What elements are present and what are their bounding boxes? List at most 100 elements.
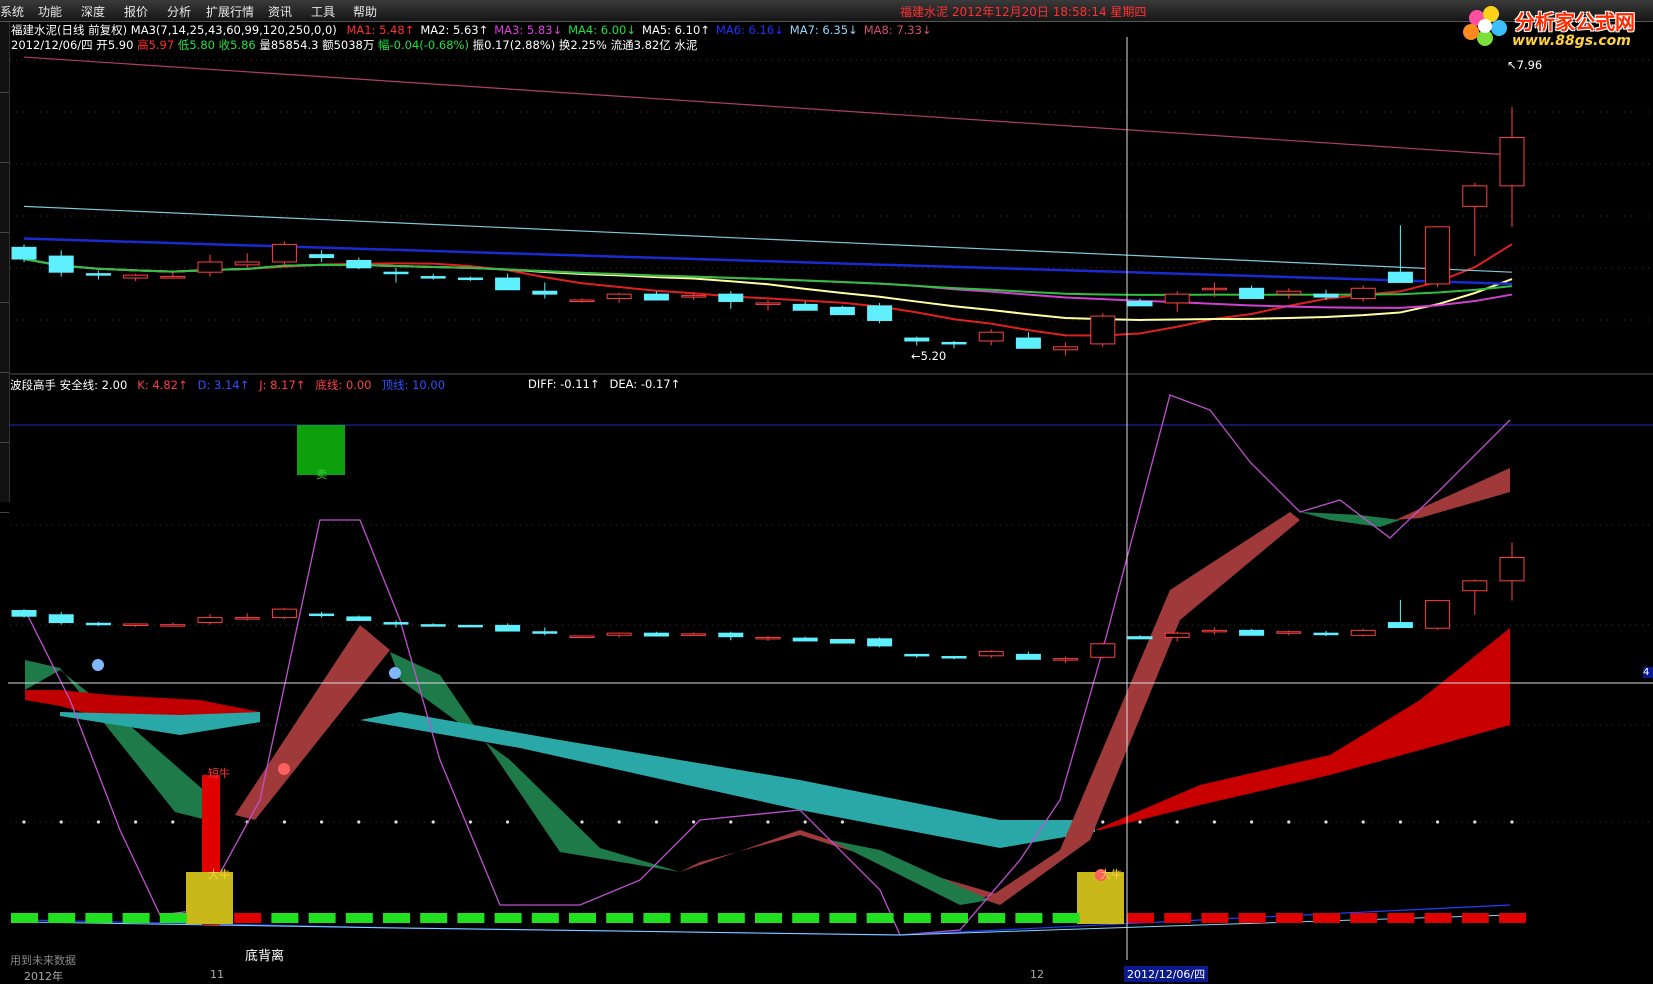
strip-block <box>606 913 634 923</box>
wave-bands <box>24 394 1511 936</box>
ma-value-3: MA3: 5.83↓ <box>494 23 563 37</box>
stock-name: 福建水泥(日线 前复权) <box>11 23 128 37</box>
candle-body <box>495 277 521 291</box>
safety-dot <box>1287 820 1291 824</box>
ma-params: MA3(7,14,25,43,60,99,120,250,0,0) <box>130 23 337 37</box>
candle-body <box>420 624 446 627</box>
sell-signal-label: 卖 <box>316 468 327 481</box>
indicator-header: 波段高手 安全线: 2.00 K: 4.82↑ D: 3.14↑ J: 8.17↑ 底线… <box>10 377 455 393</box>
candle-body <box>346 616 372 621</box>
candle-body <box>904 653 930 657</box>
menu-system[interactable]: 系统 <box>0 3 24 20</box>
indicator-value: DEA: -0.17↑ <box>609 377 681 391</box>
candle-body <box>1127 300 1153 307</box>
strip-block <box>792 913 820 923</box>
divergence-label: 底背离 <box>245 949 285 964</box>
strip-block <box>1015 913 1043 923</box>
candle-body <box>383 271 409 275</box>
menu-analysis[interactable]: 分析 <box>167 3 191 20</box>
candle-body <box>271 608 297 619</box>
menu-depth[interactable]: 深度 <box>81 3 105 20</box>
side-tab[interactable] <box>0 22 9 93</box>
candle-body <box>123 274 149 279</box>
bar-info-item: 低 <box>177 38 190 52</box>
cursor-value-tag: 4 <box>1643 667 1653 678</box>
candle-body <box>755 302 781 305</box>
side-tab[interactable] <box>0 442 9 513</box>
flower-logo-icon <box>1463 6 1507 46</box>
side-tab[interactable] <box>0 372 9 443</box>
indicator-value: DIFF: -0.11↑ <box>528 377 600 391</box>
bar-info-item: 5.97 <box>148 38 178 52</box>
candle-body <box>309 254 335 259</box>
menu-quote[interactable]: 报价 <box>124 3 148 20</box>
bar-info-item: 0.17(2.88%) <box>484 38 559 52</box>
strip-block <box>1201 913 1229 923</box>
blue-ball <box>92 659 104 671</box>
candle-body <box>1164 293 1190 304</box>
side-tab[interactable] <box>0 92 9 163</box>
candle-body <box>941 656 967 659</box>
green-band <box>1300 512 1400 527</box>
ma-value-5: MA5: 6.10↑ <box>642 23 710 37</box>
bull-signal-label: 大牛 <box>1100 868 1122 881</box>
side-tab[interactable] <box>0 162 9 233</box>
bar-info: 2012/12/06/四 开5.90 高5.97 低5.80 收5.86 量85… <box>11 37 697 53</box>
candle-body <box>1499 556 1525 582</box>
side-tab[interactable] <box>0 232 9 303</box>
safety-dot <box>282 820 286 824</box>
bull-signal-label: 大牛 <box>208 868 230 881</box>
menu-function[interactable]: 功能 <box>38 3 62 20</box>
bar-info-item: 5.86 <box>230 38 260 52</box>
candle-body <box>1201 629 1227 633</box>
candle-body <box>1387 271 1413 283</box>
candle-body <box>234 261 260 266</box>
buy-signal-label: 短牛 <box>208 767 230 780</box>
candle-body <box>1499 137 1525 187</box>
safety-dot <box>617 820 621 824</box>
side-tab[interactable] <box>0 302 9 373</box>
candle-body <box>1239 629 1265 636</box>
strip-block <box>234 913 262 923</box>
candle-body <box>346 259 372 269</box>
safety-dot <box>803 820 807 824</box>
candlesticks-indicator <box>11 542 1525 663</box>
strip-block <box>122 913 150 923</box>
strip-block <box>308 913 336 923</box>
safety-dot <box>1436 820 1440 824</box>
indicator-value: 顶线: 10.00 <box>381 378 446 392</box>
strip-block <box>1052 913 1080 923</box>
candle-body <box>606 293 632 300</box>
candle-body <box>1276 290 1302 295</box>
bar-info-item: 3.82亿 <box>633 38 675 52</box>
candle-body <box>234 617 260 620</box>
bar-info-item: 5.80 <box>189 38 219 52</box>
strip-block <box>1164 913 1192 923</box>
ma-values: MA1: 5.48↑ MA2: 5.63↑ MA3: 5.83↓ MA4: 6.00↓… <box>340 23 931 37</box>
strip-block <box>755 913 782 923</box>
menu-help[interactable]: 帮助 <box>353 3 377 20</box>
safety-dot <box>729 820 733 824</box>
safety-dot <box>654 820 659 824</box>
safety-dot <box>320 820 324 824</box>
strip-block <box>941 913 968 923</box>
strip-block <box>717 913 745 923</box>
stock-chart[interactable] <box>0 0 1653 981</box>
bar-info-item: 水泥 <box>674 38 698 52</box>
strip-block <box>1424 913 1452 923</box>
high-price-label: ↖7.96 <box>1507 58 1543 72</box>
macd-header: DIFF: -0.11↑ DEA: -0.17↑ <box>528 377 690 391</box>
ma-value-1: MA1: 5.48↑ <box>346 23 415 37</box>
candle-body <box>978 331 1004 342</box>
strip-block <box>11 913 38 923</box>
safety-dot <box>580 820 584 824</box>
candle-body <box>1053 658 1079 661</box>
safety-dot <box>1510 820 1514 824</box>
signal-strip <box>11 913 1526 923</box>
menu-extended[interactable]: 扩展行情 <box>206 3 254 20</box>
strip-block <box>383 913 410 923</box>
menu-tools[interactable]: 工具 <box>311 3 335 20</box>
candle-body <box>1239 287 1265 300</box>
candle-body <box>457 624 483 628</box>
menu-news[interactable]: 资讯 <box>268 3 292 20</box>
